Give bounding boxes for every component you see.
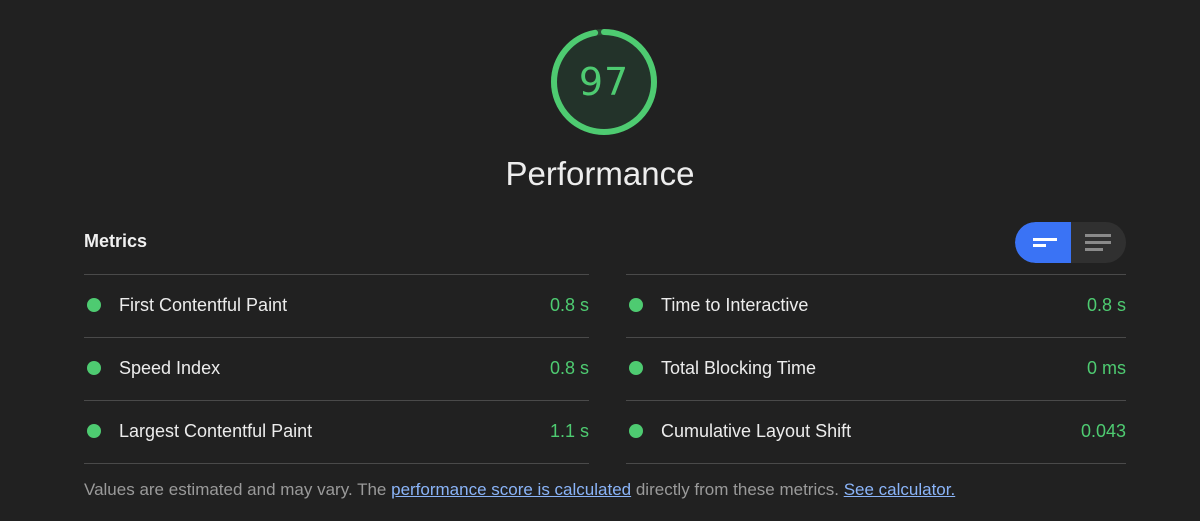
see-calculator-link[interactable]: See calculator. xyxy=(844,480,956,499)
collapsed-view-icon xyxy=(1033,238,1057,247)
metric-speed-index: Speed Index 0.8 s xyxy=(84,337,589,400)
performance-score-value: 97 xyxy=(578,60,630,104)
metric-value: 0.8 s xyxy=(549,358,589,378)
metric-value: 0.8 s xyxy=(1086,295,1126,315)
metric-name: Total Blocking Time xyxy=(661,358,817,378)
pass-status-icon xyxy=(87,298,101,312)
metric-name: Cumulative Layout Shift xyxy=(661,421,852,441)
category-title: Performance xyxy=(505,155,695,192)
collapsed-view-button[interactable] xyxy=(1015,222,1071,263)
metric-largest-contentful-paint: Largest Contentful Paint 1.1 s xyxy=(84,400,589,464)
metric-value: 0.8 s xyxy=(549,295,589,315)
metric-name: Speed Index xyxy=(119,358,221,378)
metric-total-blocking-time: Total Blocking Time 0 ms xyxy=(626,337,1126,400)
lighthouse-performance-report: 97 Performance Metrics First Contentful … xyxy=(0,0,1200,521)
score-calculation-link[interactable]: performance score is calculated xyxy=(391,480,631,499)
metrics-view-toggle xyxy=(1015,222,1126,263)
pass-status-icon xyxy=(629,361,643,375)
metric-value: 0.043 xyxy=(1080,421,1126,441)
expanded-view-icon xyxy=(1085,234,1111,251)
metric-value: 0 ms xyxy=(1086,358,1126,378)
metrics-column-left: First Contentful Paint 0.8 s Speed Index… xyxy=(84,274,589,464)
metrics-heading: Metrics xyxy=(84,231,148,251)
pass-status-icon xyxy=(87,424,101,438)
footnote-text: directly from these metrics. xyxy=(631,480,844,499)
performance-score-gauge: 97 xyxy=(550,28,658,136)
pass-status-icon xyxy=(629,424,643,438)
metrics-footnote: Values are estimated and may vary. The p… xyxy=(84,480,955,500)
metric-name: Largest Contentful Paint xyxy=(119,421,313,441)
metric-value: 1.1 s xyxy=(549,421,589,441)
metric-cumulative-layout-shift: Cumulative Layout Shift 0.043 xyxy=(626,400,1126,464)
footnote-text: Values are estimated and may vary. The xyxy=(84,480,392,499)
metrics-column-right: Time to Interactive 0.8 s Total Blocking… xyxy=(626,274,1126,464)
pass-status-icon xyxy=(629,298,643,312)
metric-name: Time to Interactive xyxy=(661,295,809,315)
metric-time-to-interactive: Time to Interactive 0.8 s xyxy=(626,274,1126,337)
expanded-view-button[interactable] xyxy=(1071,222,1126,263)
metric-name: First Contentful Paint xyxy=(119,295,288,315)
pass-status-icon xyxy=(87,361,101,375)
metric-first-contentful-paint: First Contentful Paint 0.8 s xyxy=(84,274,589,337)
